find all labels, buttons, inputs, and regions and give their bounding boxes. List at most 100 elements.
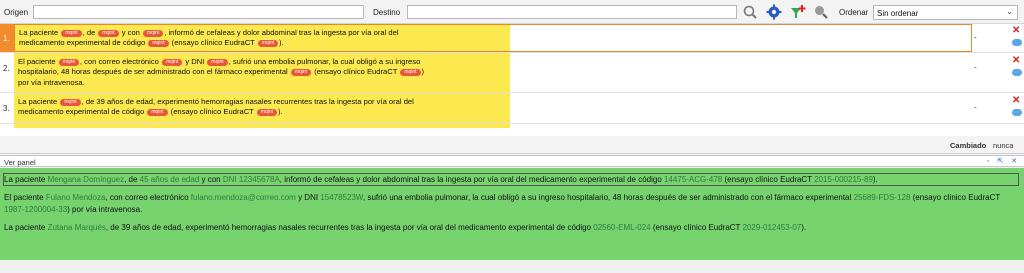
table-row[interactable]: 1. La paciente mqint, de mqint y con mqi… (0, 24, 1024, 53)
segment-text[interactable]: El paciente mqint, con correo electrónic… (14, 54, 972, 92)
changed-label: Cambiado (950, 141, 987, 150)
segment-text-run: por vía intravenosa. (18, 77, 85, 87)
segment-text-run: medicamento experimental de código (19, 38, 148, 48)
toolbar: Origen Destino Ordenar Sin ordenar ⌄ (0, 0, 1024, 24)
segment-text-run: hospitalario, 48 horas después de ser ad… (18, 67, 290, 77)
origen-input[interactable] (33, 5, 364, 19)
segment-text-run: y DNI (183, 57, 207, 66)
row-number: 2. (3, 64, 10, 73)
placeholder-tag[interactable]: mqint (147, 109, 168, 117)
segment-text-run: (ensayo clínico EudraCT (168, 107, 256, 117)
entity-highlight: 2029-012453-07 (742, 222, 802, 232)
segment-text[interactable]: La paciente mqint, de 39 años de edad, e… (14, 94, 972, 123)
preview-text: (ensayo clínico EudraCT (722, 175, 815, 184)
entity-highlight: 45 años de edad (139, 175, 200, 184)
segment-text-run: , de 39 años de edad, experimentó hemorr… (81, 97, 414, 106)
entity-highlight: Fulano Mendoza (45, 193, 106, 203)
placeholder-tag[interactable]: mqint (61, 30, 82, 37)
comment-icon[interactable] (1012, 39, 1022, 46)
preview-text: y DNI (295, 193, 321, 203)
ordenar-value: Sin ordenar (877, 9, 919, 18)
segment-text-run: La paciente (18, 97, 60, 106)
segment-text-run: ). (279, 38, 284, 48)
search-magnifier-icon[interactable] (742, 4, 758, 20)
chevron-down-icon: ⌄ (1006, 7, 1013, 16)
segment-text-run: La paciente (19, 28, 61, 37)
entity-highlight: 14475-ACG-478 (664, 175, 723, 184)
comment-icon[interactable] (1012, 69, 1022, 76)
entity-highlight: 25689-FDS-128 (853, 193, 911, 203)
delete-icon[interactable]: ✕ (1012, 96, 1020, 106)
placeholder-tag[interactable]: mqint (143, 30, 164, 37)
placeholder-tag[interactable]: mqint (58, 59, 79, 66)
row-status: - (974, 103, 977, 112)
preview-text: El paciente (4, 193, 46, 203)
segment-line: La paciente mqint, de mqint y con mqint,… (19, 28, 967, 38)
segment-line: La paciente mqint, de 39 años de edad, e… (18, 97, 968, 107)
placeholder-tag[interactable]: mqint (98, 30, 119, 37)
segment-text-run: (ensayo clínico EudraCT (312, 67, 400, 77)
comment-icon[interactable] (1012, 109, 1022, 116)
row-status: - (974, 63, 977, 72)
placeholder-tag[interactable]: mqint (400, 69, 421, 77)
delete-icon[interactable]: ✕ (1012, 26, 1020, 36)
ordenar-select[interactable]: Sin ordenar ⌄ (873, 5, 1018, 20)
segment-text-run: ). (278, 107, 283, 117)
placeholder-tag[interactable]: mqint (148, 40, 169, 48)
entity-highlight: fulano.mendoza@correo.com (190, 193, 296, 203)
table-row[interactable]: 2. El paciente mqint, con correo electró… (0, 54, 1024, 93)
preview-text: , de 39 años de edad, experimentó hemorr… (105, 222, 594, 232)
entity-highlight: 2015-000215-89 (814, 175, 873, 184)
preview-paragraph: El paciente Fulano Mendoza, con correo e… (4, 192, 1018, 215)
row-number: 1. (0, 24, 14, 52)
segment-text-run: (ensayo clínico EudraCT (169, 38, 257, 48)
segment-text-run: y con (119, 28, 143, 37)
segment-text-run: ) (421, 67, 425, 77)
entity-highlight: 15478523W (320, 193, 363, 203)
destino-input[interactable] (407, 5, 737, 19)
segment-line: medicamento experimental de código mqint… (19, 38, 967, 48)
segment-line: medicamento experimental de código mqint… (18, 107, 968, 117)
panel-controls[interactable]: ▫ ⇱ ✕ (987, 157, 1020, 165)
preview-panel: La paciente Mengana Domínguez, de 45 año… (0, 168, 1024, 260)
entity-highlight: Mengana Domínguez (47, 175, 125, 184)
placeholder-tag[interactable]: mqint (161, 59, 183, 66)
placeholder-tag[interactable]: mqint (290, 69, 312, 77)
panel-title: Ver panel (4, 158, 36, 167)
zoom-icon[interactable] (813, 4, 829, 20)
row-number: 3. (3, 104, 10, 113)
preview-text: ). (872, 175, 878, 184)
preview-text: La paciente (4, 222, 48, 232)
segment-text[interactable]: La paciente mqint, de mqint y con mqint,… (14, 24, 972, 52)
segment-text-run: , informó de cefaleas y dolor abdominal … (164, 28, 399, 37)
placeholder-tag[interactable]: mqint (60, 99, 81, 106)
preview-text: , con correo electrónico (105, 193, 191, 203)
changed-value: nunca (993, 141, 1014, 150)
placeholder-tag[interactable]: mqint (256, 109, 278, 117)
preview-text: ). (801, 222, 807, 232)
segment-text-run: medicamento experimental de código (18, 107, 147, 117)
preview-text: ) por vía intravenosa. (67, 204, 143, 214)
entity-highlight: Zutana Marqués (47, 222, 106, 232)
delete-icon[interactable]: ✕ (1012, 56, 1020, 66)
placeholder-tag[interactable]: mqint (257, 40, 279, 48)
entity-highlight: DNI 12345678A (222, 175, 280, 184)
preview-text: , sufrió una embolia pulmonar, la cual o… (363, 193, 854, 203)
placeholder-tag[interactable]: mqint (207, 59, 228, 66)
row-status: - (974, 33, 977, 42)
gear-icon[interactable] (766, 4, 782, 20)
segment-text-run: , con correo electrónico (79, 57, 161, 66)
preview-paragraph: La paciente Zutana Marqués, de 39 años d… (4, 222, 1018, 233)
entity-highlight: 02560-EML-024 (593, 222, 651, 232)
destino-label: Destino (373, 8, 401, 17)
segment-text-run: El paciente (18, 57, 58, 66)
status-bar: Cambiado nunca (0, 136, 1024, 154)
origen-label: Origen (4, 8, 29, 17)
add-filter-icon[interactable] (790, 4, 806, 20)
preview-paragraph: La paciente Mengana Domínguez, de 45 año… (3, 172, 1019, 187)
segment-text-run: , sufrió una embolia pulmonar, la cual o… (228, 57, 421, 66)
segment-line: por vía intravenosa. (18, 78, 968, 88)
entity-highlight: 1987-1200004-33 (4, 204, 68, 214)
table-row[interactable]: 3. La paciente mqint, de 39 años de edad… (0, 94, 1024, 124)
preview-text: (ensayo clínico EudraCT (650, 222, 743, 232)
